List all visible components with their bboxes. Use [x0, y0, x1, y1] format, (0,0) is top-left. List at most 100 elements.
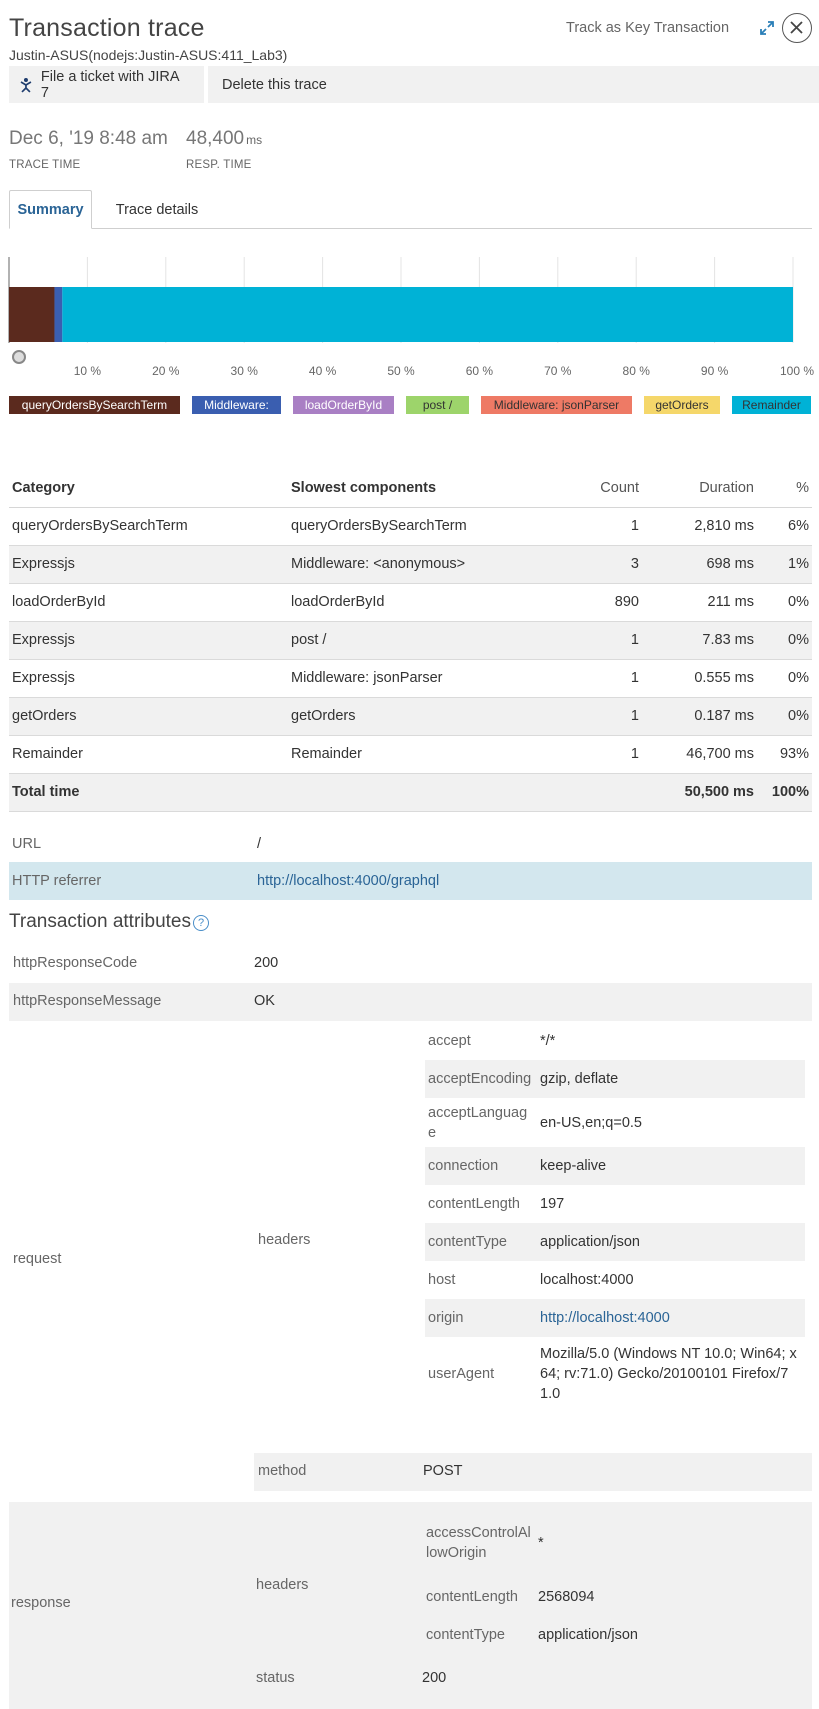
header-key: accessControlAl lowOrigin: [426, 1525, 531, 1561]
x-tick-label: 10 %: [74, 364, 102, 378]
x-tick-label: 90 %: [701, 364, 729, 378]
count-cell: 1: [557, 507, 642, 546]
method-label: method: [258, 1463, 307, 1479]
trace-time-stat: Dec 6, '19 8:48 am TRACE TIME: [9, 128, 168, 171]
category-cell: Expressjs: [9, 545, 288, 584]
referrer-label: HTTP referrer: [9, 862, 254, 900]
col-count[interactable]: Count: [557, 469, 642, 508]
track-key-transaction-link[interactable]: Track as Key Transaction: [566, 20, 729, 36]
table-row: Expressjs Middleware: <anonymous> 3 698 ms 1…: [9, 545, 812, 584]
col-duration[interactable]: Duration: [642, 469, 757, 508]
file-jira-ticket-button[interactable]: File a ticket with JIRA 7: [9, 66, 205, 103]
transaction-attributes-title: Transaction attributes?: [9, 911, 209, 933]
category-cell: Remainder: [9, 735, 288, 774]
header-key: origin: [428, 1310, 464, 1326]
delete-trace-button[interactable]: Delete this trace: [208, 66, 819, 103]
header-row: acceptEncoding gzip, deflate: [425, 1060, 805, 1098]
breakdown-table: Category Slowest components Count Durati…: [9, 469, 812, 812]
header-row: contentLength 197: [425, 1185, 805, 1223]
col-slowest-components[interactable]: Slowest components: [288, 469, 557, 508]
table-row: Remainder Remainder 1 46,700 ms 93%: [9, 735, 812, 774]
response-block: response headers accessControlAl lowOrig…: [9, 1502, 812, 1709]
x-tick-label: 70 %: [544, 364, 572, 378]
chart-legend: queryOrdersBySearchTerm Middleware: loadOr…: [9, 396, 819, 416]
legend-item[interactable]: queryOrdersBySearchTerm: [9, 396, 180, 414]
legend-item[interactable]: loadOrderById: [293, 396, 394, 414]
header-row: accept */*: [425, 1022, 805, 1060]
x-tick-label: 20 %: [152, 364, 180, 378]
range-handle[interactable]: [12, 350, 26, 364]
header-row: accessControlAl lowOrigin *: [423, 1512, 803, 1574]
header-row: contentLength 2568094: [423, 1578, 803, 1616]
total-duration: 50,500 ms: [642, 773, 757, 812]
table-row: queryOrdersBySearchTerm queryOrdersBySear…: [9, 507, 812, 546]
category-cell: getOrders: [9, 697, 288, 736]
component-cell: Remainder: [288, 735, 557, 774]
trace-toolbar: File a ticket with JIRA 7 Delete this tr…: [9, 66, 819, 103]
tab-summary[interactable]: Summary: [9, 190, 92, 229]
request-method-row: method POST: [254, 1453, 812, 1491]
col-percent[interactable]: %: [757, 469, 812, 508]
chart-segment-queryordersbysearchterm[interactable]: [9, 287, 55, 342]
percent-cell: 93%: [757, 735, 812, 774]
header-row: host localhost:4000: [425, 1261, 805, 1299]
status-value: 200: [422, 1670, 447, 1686]
category-cell: queryOrdersBySearchTerm: [9, 507, 288, 546]
attribute-key: httpResponseMessage: [13, 993, 162, 1009]
tab-trace-details[interactable]: Trace details: [93, 190, 221, 229]
duration-cell: 46,700 ms: [642, 735, 757, 774]
chart-segment-remainder[interactable]: [62, 287, 793, 342]
legend-item[interactable]: Remainder: [732, 396, 811, 414]
url-value: /: [257, 836, 262, 852]
count-cell: 3: [557, 545, 642, 584]
jira-button-label: File a ticket with JIRA 7: [40, 68, 179, 101]
count-cell: 1: [557, 735, 642, 774]
table-header-row: Category Slowest components Count Durati…: [9, 469, 812, 508]
attribute-row: httpResponseMessage OK: [9, 983, 812, 1021]
header-key: userAgent: [428, 1366, 495, 1382]
legend-item[interactable]: Middleware: jsonParser: [481, 396, 632, 414]
status-label: status: [256, 1670, 295, 1686]
legend-item[interactable]: getOrders: [644, 396, 720, 414]
header-row: contentType application/json: [425, 1223, 805, 1261]
page-header: Transaction trace Justin-ASUS(nodejs:Jus…: [9, 13, 813, 64]
url-row: URL /: [9, 826, 812, 862]
header-value: localhost:4000: [540, 1272, 634, 1288]
header-key: contentType: [426, 1627, 505, 1643]
total-percent: 100%: [757, 773, 812, 812]
percent-cell: 0%: [757, 697, 812, 736]
header-key: contentType: [428, 1234, 507, 1250]
header-value: Mozilla/5.0 (Windows NT 10.0; Win64; x 6…: [540, 1346, 797, 1402]
request-label: request: [13, 1251, 62, 1267]
duration-cell: 2,810 ms: [642, 507, 757, 546]
legend-item[interactable]: post /: [406, 396, 469, 414]
col-category[interactable]: Category: [9, 469, 288, 508]
header-key: acceptLanguag e: [428, 1104, 528, 1141]
header-link[interactable]: http://localhost:4000: [540, 1308, 670, 1328]
request-info-table: URL / HTTP referrer http://localhost:400…: [9, 826, 812, 900]
resp-time-label: RESP. TIME: [186, 159, 252, 171]
response-headers-label: headers: [256, 1577, 309, 1593]
header-value: */*: [540, 1033, 556, 1049]
resp-time-unit: ms: [246, 133, 263, 147]
expand-icon[interactable]: [759, 20, 777, 38]
referrer-link[interactable]: http://localhost:4000/graphql: [254, 862, 812, 900]
request-headers-label: headers: [258, 1232, 311, 1248]
close-icon[interactable]: [782, 13, 812, 43]
header-row: origin http://localhost:4000: [425, 1299, 805, 1337]
header-value: application/json: [538, 1627, 638, 1643]
help-icon[interactable]: ?: [193, 915, 209, 931]
chart-segment-middleware[interactable]: [54, 287, 63, 342]
resp-time-stat: 48,400 ms RESP. TIME: [186, 128, 262, 171]
component-cell: getOrders: [288, 697, 557, 736]
x-tick-label: 100 %: [780, 364, 814, 378]
header-value: *: [538, 1535, 544, 1551]
trace-time-value: Dec 6, '19 8:48 am: [9, 128, 168, 149]
header-row: connection keep-alive: [425, 1147, 805, 1185]
table-row: loadOrderById loadOrderById 890 211 ms 0%: [9, 583, 812, 622]
percent-cell: 0%: [757, 621, 812, 660]
category-cell: Expressjs: [9, 621, 288, 660]
empty-cell: [288, 773, 557, 812]
legend-item[interactable]: Middleware:: [192, 396, 281, 414]
component-cell: Middleware: <anonymous>: [288, 545, 557, 584]
